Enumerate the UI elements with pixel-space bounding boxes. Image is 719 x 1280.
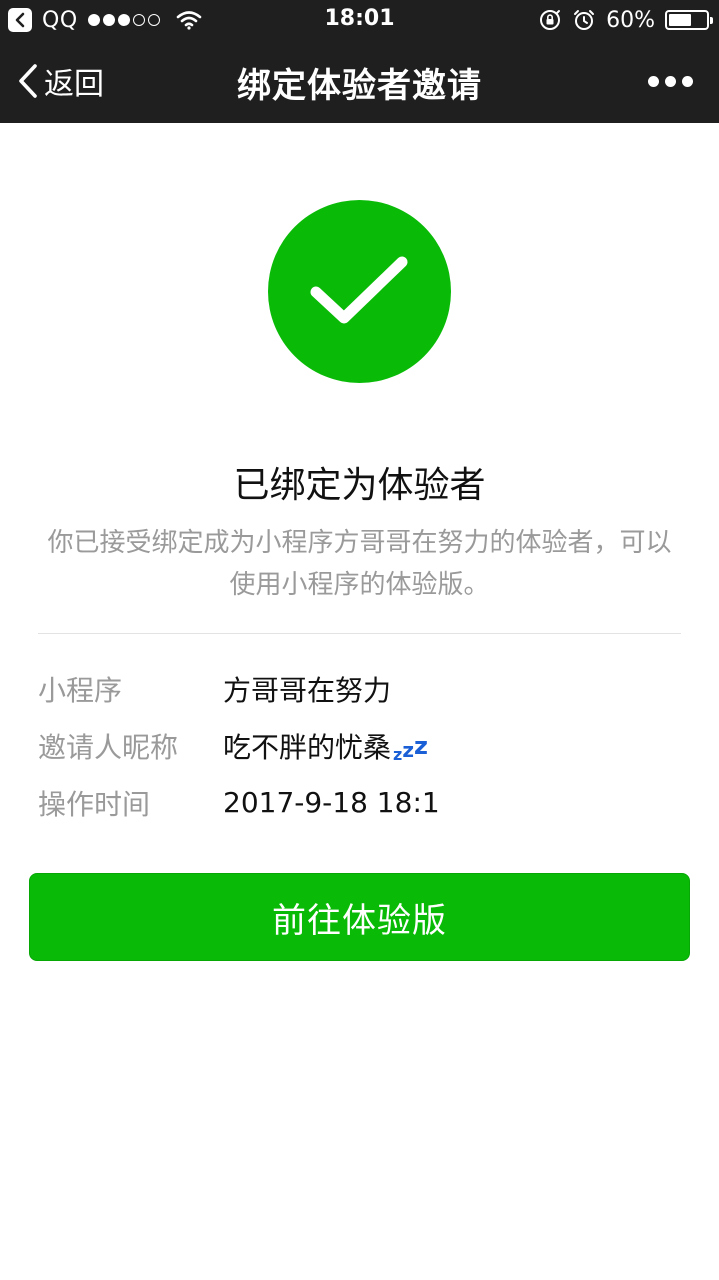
top-bar: QQ 18:01 60% 返回 绑定体验者邀请 — [0, 0, 719, 123]
status-right: 60% — [538, 6, 713, 34]
open-trial-version-button[interactable]: 前往体验版 — [29, 873, 690, 961]
navigation-bar: 返回 绑定体验者邀请 — [0, 40, 719, 123]
info-value: 2017-9-18 18:1 — [223, 786, 440, 819]
more-icon[interactable] — [644, 70, 697, 93]
info-label: 操作时间 — [38, 787, 151, 821]
page-title: 绑定体验者邀请 — [237, 66, 482, 106]
alarm-icon — [574, 10, 595, 30]
inviter-nickname: 吃不胖的忧桑 — [223, 730, 392, 764]
info-label: 邀请人昵称 — [38, 730, 179, 764]
info-row-time: 操作时间 2017-9-18 18:1 — [38, 774, 678, 831]
info-label: 小程序 — [38, 673, 123, 707]
check-circle-icon — [268, 200, 451, 383]
info-list: 小程序 方哥哥在努力 邀请人昵称 吃不胖的忧桑 zzz 操作时间 2017-9-… — [38, 660, 678, 831]
zzz-icon: zzz — [393, 731, 428, 764]
result-description: 你已接受绑定成为小程序方哥哥在努力的体验者，可以使用小程序的体验版。 — [47, 528, 672, 600]
info-row-mini-program: 小程序 方哥哥在努力 — [38, 660, 678, 717]
rotation-lock-icon — [540, 10, 561, 30]
result-title: 已绑定为体验者 — [233, 465, 486, 506]
battery-icon — [665, 10, 713, 30]
battery-percent: 60% — [606, 7, 655, 33]
info-value: 方哥哥在努力 — [223, 673, 392, 707]
info-value-inviter: 吃不胖的忧桑 zzz — [223, 726, 428, 766]
divider — [38, 633, 681, 634]
status-bar: QQ 18:01 60% — [0, 0, 719, 40]
info-row-inviter: 邀请人昵称 吃不胖的忧桑 zzz — [38, 717, 678, 774]
